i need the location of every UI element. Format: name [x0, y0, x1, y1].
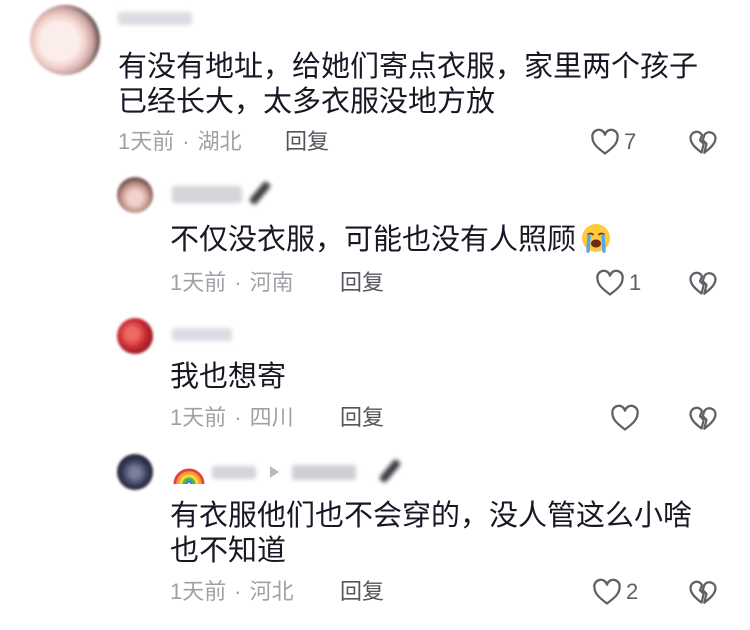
loudly-crying-face-icon [582, 224, 611, 253]
reply-button[interactable]: 回复 [340, 404, 384, 432]
dislike-button[interactable] [688, 128, 718, 156]
like-button[interactable] [595, 269, 625, 297]
comment-text: 有没有地址，给她们寄点衣服，家里两个孩子 已经长大，太多衣服没地方放 [118, 50, 698, 120]
comment-meta: 1天前 · 湖北 [118, 128, 242, 156]
dislike-button[interactable] [688, 404, 718, 432]
broken-heart-icon [689, 130, 717, 154]
reply-text-line: 不仅没衣服，可能也没有人照顾 [170, 224, 577, 256]
reply-to-username[interactable] [292, 465, 356, 480]
commenter-avatar[interactable] [30, 5, 100, 75]
rainbow-icon [173, 468, 205, 485]
heart-outline-icon [596, 269, 624, 296]
replier-avatar[interactable] [117, 318, 153, 354]
caret-right-icon [270, 466, 279, 478]
dislike-button[interactable] [688, 269, 718, 297]
reply-time: 1天前 [170, 405, 227, 430]
dislike-button[interactable] [688, 578, 718, 606]
reply-text: 有衣服他们也不会穿的，没人管这么小啥 也不知道 [170, 499, 692, 569]
like-button[interactable] [592, 578, 622, 606]
comment-location: 湖北 [197, 129, 242, 154]
comment-text-line: 已经长大，太多衣服没地方放 [118, 86, 496, 118]
reply-meta: 1天前 · 河南 [170, 269, 294, 297]
reply-text-line: 我也想寄 [170, 361, 287, 393]
reply-location: 河南 [249, 270, 294, 295]
broken-heart-icon [689, 406, 717, 430]
reply-time: 1天前 [170, 579, 227, 604]
replier-username[interactable] [172, 328, 232, 341]
reply-location: 四川 [249, 405, 294, 430]
reply-location: 河北 [249, 579, 294, 604]
heart-outline-icon [593, 578, 621, 605]
like-count: 7 [624, 129, 637, 154]
broken-heart-icon [689, 271, 717, 295]
like-button[interactable] [610, 404, 640, 432]
commenter-username[interactable] [118, 12, 192, 25]
username-badge-icon [248, 180, 272, 206]
username-badge-icon [378, 458, 402, 484]
reply-meta: 1天前 · 河北 [170, 578, 294, 606]
replier-username[interactable] [212, 466, 256, 479]
reply-meta: 1天前 · 四川 [170, 404, 294, 432]
like-button[interactable] [590, 128, 620, 156]
reply-text-line: 有衣服他们也不会穿的，没人管这么小啥 [170, 500, 693, 532]
replier-username[interactable] [172, 186, 242, 203]
reply-text: 不仅没衣服，可能也没有人照顾 [170, 222, 612, 258]
reply-text-line: 也不知道 [170, 535, 287, 567]
meta-separator: · [234, 579, 242, 604]
reply-button[interactable]: 回复 [340, 578, 384, 606]
reply-text: 我也想寄 [170, 360, 286, 395]
comment-time: 1天前 [118, 129, 175, 154]
comment-text-line: 有没有地址，给她们寄点衣服，家里两个孩子 [118, 51, 699, 83]
reply-button[interactable]: 回复 [340, 269, 384, 297]
heart-outline-icon [591, 128, 619, 155]
broken-heart-icon [689, 580, 717, 604]
replier-avatar[interactable] [117, 177, 153, 213]
reply-button[interactable]: 回复 [285, 128, 329, 156]
heart-outline-icon [611, 404, 639, 431]
replier-avatar[interactable] [117, 454, 153, 490]
like-count: 2 [626, 579, 639, 604]
meta-separator: · [182, 129, 190, 154]
meta-separator: · [234, 405, 242, 430]
reply-time: 1天前 [170, 270, 227, 295]
like-count: 1 [629, 270, 642, 295]
meta-separator: · [234, 270, 242, 295]
